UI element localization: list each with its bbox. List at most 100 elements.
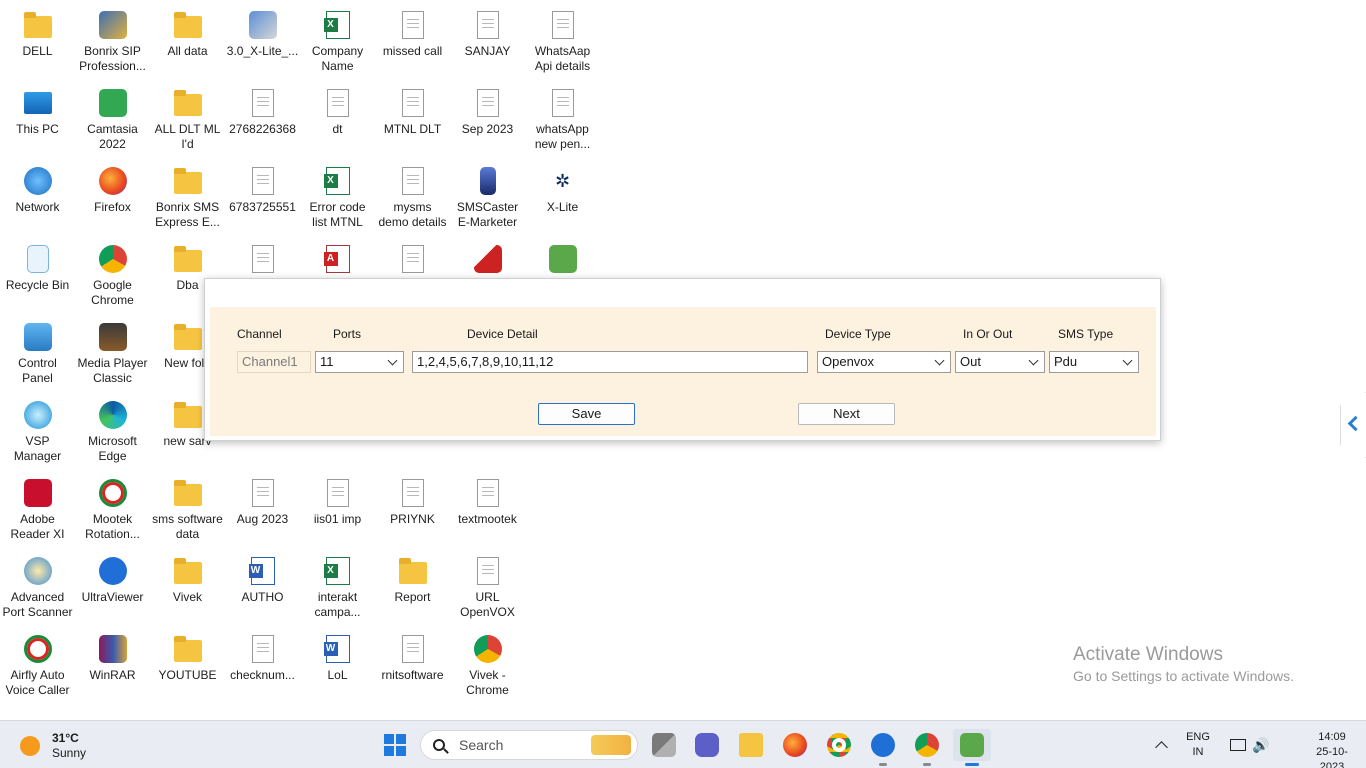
desktop-icon[interactable]: Error code list MTNL [300, 160, 375, 238]
desktop-icon[interactable]: interakt campa... [300, 550, 375, 628]
desktop-icon[interactable]: Recycle Bin [0, 238, 75, 316]
desktop-icon-label: Bonrix SIP Profession... [79, 44, 146, 73]
taskbar-chrome-profile[interactable] [911, 729, 943, 766]
weather-widget[interactable]: 31°C Sunny [20, 731, 86, 761]
desktop-icon[interactable]: VSP Manager [0, 394, 75, 472]
desktop-icon[interactable]: SANJAY [450, 4, 525, 82]
desktop-icon[interactable]: Google Chrome [75, 238, 150, 316]
desktop-icon[interactable]: iis01 imp [300, 472, 375, 550]
vsp-manager-icon [23, 400, 53, 430]
desktop-icon[interactable]: Aug 2023 [225, 472, 300, 550]
document-icon [323, 478, 353, 508]
desktop-icon[interactable]: ✲ X-Lite [525, 160, 600, 238]
desktop-icon[interactable]: Mootek Rotation... [75, 472, 150, 550]
chrome-icon [827, 733, 851, 757]
folder-icon [173, 166, 203, 196]
document-icon [248, 244, 278, 274]
desktop-icon[interactable]: rnitsoftware [375, 628, 450, 706]
desktop-icon[interactable]: PRIYNK [375, 472, 450, 550]
sun-icon [20, 736, 40, 756]
desktop-icon[interactable]: textmootek [450, 472, 525, 550]
desktop-icon[interactable]: Network [0, 160, 75, 238]
desktop-icon-label: Aug 2023 [236, 512, 289, 526]
xlite-icon: ✲ [548, 166, 578, 196]
desktop-icon[interactable]: MTNL DLT [375, 82, 450, 160]
volume-button[interactable]: 🔊 [1245, 729, 1277, 761]
taskbar-file-explorer[interactable] [735, 729, 767, 761]
desktop-icon[interactable]: missed call [375, 4, 450, 82]
desktop-icon[interactable]: Microsoft Edge [75, 394, 150, 472]
channel-field[interactable]: Channel1 [237, 351, 311, 373]
ports-select[interactable]: 11 [315, 351, 404, 373]
taskbar-firefox[interactable] [779, 729, 811, 761]
desktop-icon[interactable]: UltraViewer [75, 550, 150, 628]
desktop-icon[interactable]: All data [150, 4, 225, 82]
desktop-icon[interactable]: URL OpenVOX [450, 550, 525, 628]
chat-icon [695, 733, 719, 757]
desktop-icon-label: Recycle Bin [5, 278, 70, 292]
desktop-icon[interactable]: Vivek - Chrome [450, 628, 525, 706]
language-indicator[interactable]: ENG IN [1180, 730, 1216, 760]
desktop-icon[interactable]: Airfly Auto Voice Caller [0, 628, 75, 706]
winrar-icon [98, 634, 128, 664]
desktop-icon[interactable]: LoL [300, 628, 375, 706]
device-detail-header: Device Detail [467, 327, 538, 341]
desktop-icon[interactable]: sms software data [150, 472, 225, 550]
desktop-icon-label: Media Player Classic [77, 356, 148, 385]
document-icon [248, 478, 278, 508]
desktop-icon[interactable]: Report [375, 550, 450, 628]
desktop-icon-label: 2768226368 [229, 122, 296, 136]
document-icon [473, 556, 503, 586]
desktop-icon[interactable]: YOUTUBE [150, 628, 225, 706]
clock[interactable]: 14:09 25-10-2023 [1306, 730, 1358, 768]
desktop-icon-label: WinRAR [89, 668, 136, 682]
save-button[interactable]: Save [538, 403, 635, 425]
bonrix-sms-icon [548, 244, 578, 274]
edge-icon [98, 400, 128, 430]
taskbar-search[interactable]: Search [420, 730, 638, 760]
desktop-icon[interactable]: Control Panel [0, 316, 75, 394]
desktop-icon[interactable]: Company Name [300, 4, 375, 82]
sms-type-select[interactable]: Pdu [1049, 351, 1139, 373]
desktop-icon[interactable]: SMSCaster E-Marketer [450, 160, 525, 238]
desktop-icon[interactable]: Firefox [75, 160, 150, 238]
desktop-icon[interactable]: Bonrix SMS Express E... [150, 160, 225, 238]
device-type-select[interactable]: Openvox [817, 351, 951, 373]
document-icon [248, 634, 278, 664]
next-button[interactable]: Next [798, 403, 895, 425]
desktop-icon[interactable]: dt [300, 82, 375, 160]
desktop-icon[interactable]: mysms demo details [375, 160, 450, 238]
taskbar-chrome[interactable] [823, 729, 855, 761]
desktop-icon[interactable]: Vivek [150, 550, 225, 628]
document-icon [248, 166, 278, 196]
desktop-icon[interactable]: AUTHO [225, 550, 300, 628]
desktop-icon[interactable]: 6783725551 [225, 160, 300, 238]
desktop-icon[interactable]: WhatsAap Api details [525, 4, 600, 82]
desktop-icon[interactable]: ALL DLT ML I'd [150, 82, 225, 160]
desktop-icon[interactable]: Advanced Port Scanner [0, 550, 75, 628]
show-hidden-icons-button[interactable] [1145, 729, 1177, 761]
desktop-icon[interactable]: Bonrix SIP Profession... [75, 4, 150, 82]
start-button[interactable] [379, 729, 411, 761]
desktop-icon[interactable]: 2768226368 [225, 82, 300, 160]
taskbar-ultraviewer[interactable] [867, 729, 899, 766]
desktop-icon[interactable]: This PC [0, 82, 75, 160]
desktop-icon-label: 3.0_X-Lite_... [226, 44, 299, 58]
desktop-icon[interactable]: WinRAR [75, 628, 150, 706]
taskbar-teams[interactable] [691, 729, 723, 761]
desktop-icon[interactable]: 3.0_X-Lite_... [225, 4, 300, 82]
desktop-icon[interactable]: whatsApp new pen... [525, 82, 600, 160]
desktop-icon-label: This PC [16, 122, 59, 136]
desktop-icon[interactable]: Media Player Classic [75, 316, 150, 394]
desktop-icon[interactable]: checknum... [225, 628, 300, 706]
desktop-icon[interactable]: Camtasia 2022 [75, 82, 150, 160]
camtasia-icon [98, 88, 128, 118]
in-or-out-select[interactable]: Out [955, 351, 1045, 373]
task-view-button[interactable] [648, 729, 680, 761]
taskbar: 31°C Sunny Search ENG IN 🔊 14:09 25-10-2… [0, 720, 1366, 768]
desktop-icon[interactable]: Sep 2023 [450, 82, 525, 160]
device-detail-input[interactable]: 1,2,4,5,6,7,8,9,10,11,12 [412, 351, 808, 373]
desktop-icon[interactable]: DELL [0, 4, 75, 82]
desktop-icon[interactable]: Adobe Reader XI [0, 472, 75, 550]
taskbar-bonrix-sms[interactable] [953, 729, 991, 766]
